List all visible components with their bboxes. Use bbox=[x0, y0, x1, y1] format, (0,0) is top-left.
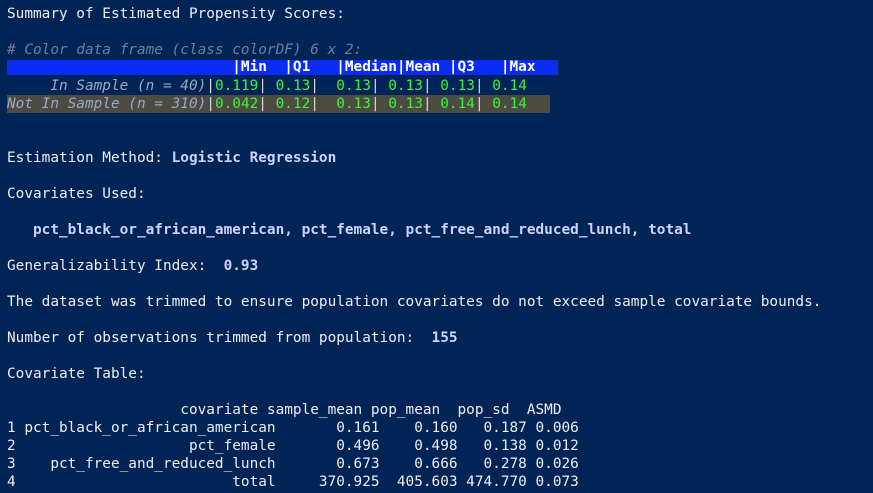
in-sample-max: 0.14 bbox=[483, 78, 527, 94]
r-console-output: Summary of Estimated Propensity Scores: … bbox=[0, 0, 873, 493]
covariate-table-header: covariate sample_mean pop_mean pop_sd AS… bbox=[7, 402, 562, 418]
not-in-sample-q1: 0.12 bbox=[266, 96, 311, 112]
estimation-method-label: Estimation Method: bbox=[7, 150, 172, 166]
in-sample-mean: 0.13 bbox=[379, 78, 423, 94]
covariate-table-row: 4 total 370.925 405.603 474.770 0.073 bbox=[7, 474, 579, 490]
estimation-method-line: Estimation Method: Logistic Regression bbox=[7, 149, 336, 167]
not-in-sample-q3: 0.14 bbox=[431, 96, 475, 112]
row-label-in-sample: In Sample (n = 40) bbox=[7, 78, 207, 94]
covariate-table-row: 3 pct_free_and_reduced_lunch 0.673 0.666… bbox=[7, 456, 579, 472]
propensity-table-header: |Min |Q1 |Median|Mean |Q3 |Max bbox=[7, 60, 558, 75]
colordf-comment: # Color data frame (class colorDF) 6 x 2… bbox=[7, 42, 363, 58]
covariate-table-row: 1 pct_black_or_african_american 0.161 0.… bbox=[7, 420, 579, 436]
in-sample-median: 0.13 bbox=[318, 78, 371, 94]
in-sample-q1: 0.13 bbox=[266, 78, 311, 94]
not-in-sample-min: 0.042 bbox=[214, 96, 259, 112]
not-in-sample-max: 0.14 bbox=[483, 96, 527, 112]
generalizability-index-value: 0.93 bbox=[223, 258, 259, 274]
in-sample-min: 0.119 bbox=[214, 78, 259, 94]
estimation-method-value: Logistic Regression bbox=[171, 150, 337, 166]
row-label-not-in-sample: Not In Sample (n = 310) bbox=[7, 96, 207, 112]
trim-note: The dataset was trimmed to ensure popula… bbox=[7, 294, 822, 310]
propensity-row-not-in-sample: Not In Sample (n = 310)|0.042| 0.12| 0.1… bbox=[7, 95, 550, 113]
trimmed-count-value: 155 bbox=[431, 330, 458, 346]
generalizability-index-line: Generalizability Index: 0.93 bbox=[7, 257, 258, 275]
trimmed-count-label: Number of observations trimmed from popu… bbox=[7, 330, 432, 346]
generalizability-index-label: Generalizability Index: bbox=[7, 258, 224, 274]
covariate-table-row: 2 pct_female 0.496 0.498 0.138 0.012 bbox=[7, 438, 579, 454]
covariate-table-label: Covariate Table: bbox=[7, 366, 146, 382]
propensity-row-in-sample: In Sample (n = 40)|0.119| 0.13| 0.13| 0.… bbox=[7, 78, 527, 94]
not-in-sample-median: 0.13 bbox=[318, 96, 371, 112]
covariates-list: pct_black_or_african_american, pct_femal… bbox=[7, 222, 692, 238]
covariates-used-label: Covariates Used: bbox=[7, 186, 146, 202]
trimmed-count-line: Number of observations trimmed from popu… bbox=[7, 329, 458, 347]
in-sample-q3: 0.13 bbox=[431, 78, 475, 94]
not-in-sample-mean: 0.13 bbox=[379, 96, 423, 112]
summary-title: Summary of Estimated Propensity Scores: bbox=[7, 6, 345, 22]
